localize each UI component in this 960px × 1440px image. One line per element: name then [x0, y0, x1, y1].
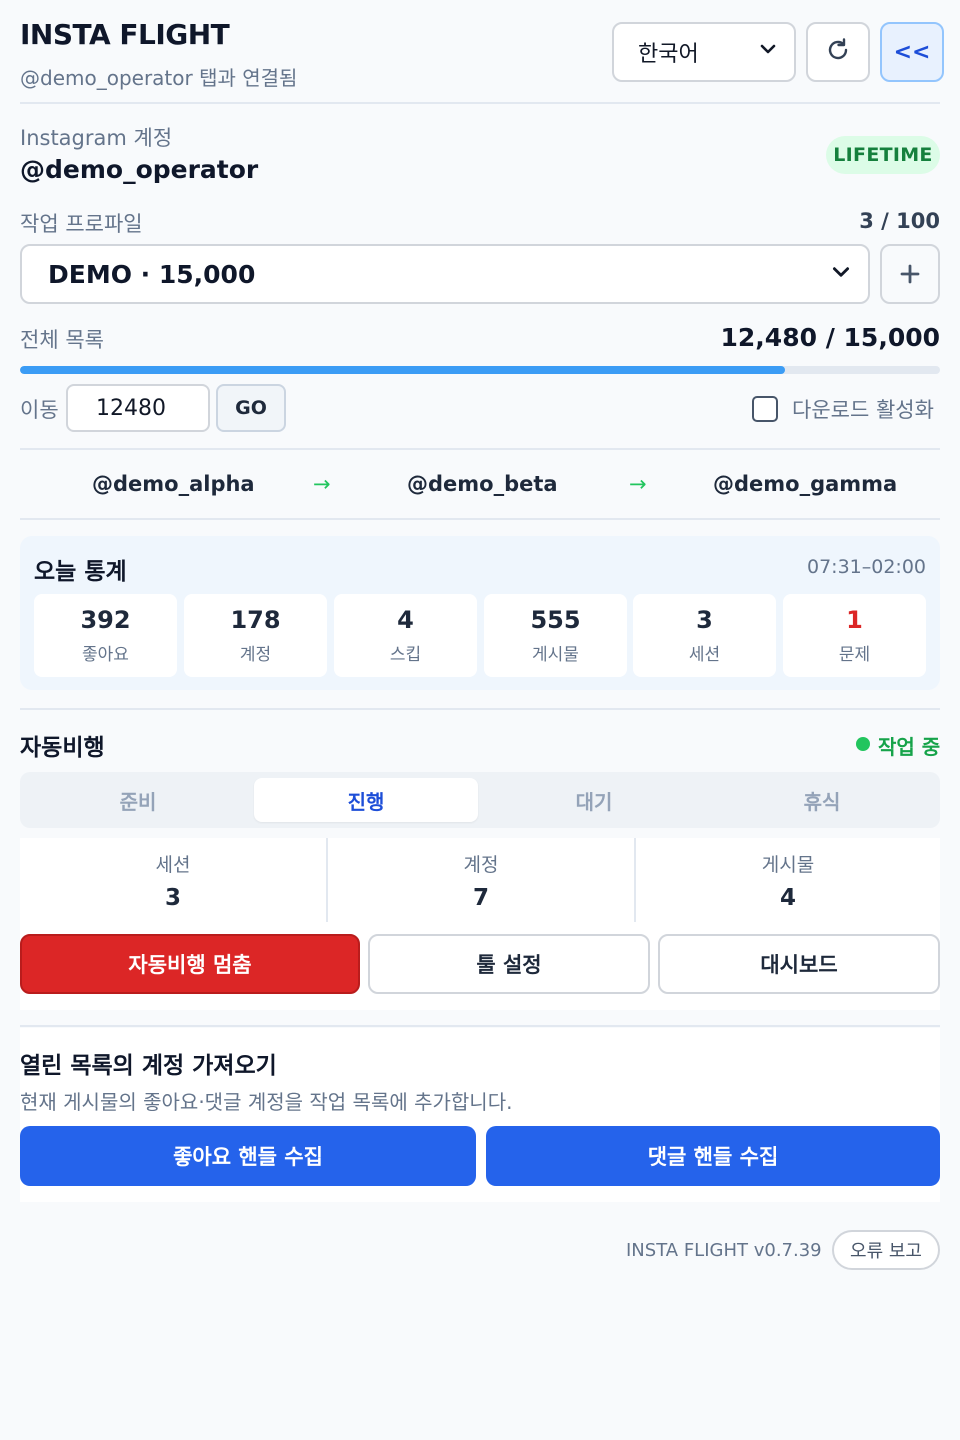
stat-label: 좋아요 — [82, 645, 129, 666]
collect-likes-button[interactable]: 좋아요 핸들 수집 — [20, 1126, 476, 1186]
divider — [20, 102, 940, 104]
list-count: 12,480 / 15,000 — [720, 323, 940, 352]
list-progress-fill — [20, 366, 786, 374]
stat-label: 세션 — [688, 645, 721, 666]
language-select[interactable]: 한국어 — [612, 22, 796, 82]
app-version: INSTA FLIGHT v0.7.39 — [626, 1240, 822, 1261]
metric-sessions: 세션 3 — [20, 838, 326, 922]
download-label[interactable]: 다운로드 활성화 — [792, 394, 934, 424]
stat-label: 문제 — [838, 645, 871, 666]
autopilot-title: 자동비행 — [20, 735, 105, 761]
move-label: 이동 — [20, 398, 59, 422]
account-username: @demo_operator — [20, 155, 259, 184]
stat-value: 4 — [397, 605, 414, 634]
tab-running[interactable]: 진행 — [254, 778, 478, 822]
stat-value: 1 — [846, 605, 863, 634]
stats-title: 오늘 통계 — [34, 559, 127, 585]
arrow-right-icon: → — [313, 472, 331, 496]
tab-ready[interactable]: 준비 — [26, 778, 250, 822]
stat-card-sessions: 3 세션 — [633, 594, 776, 677]
stat-label: 게시물 — [532, 645, 579, 666]
profile-select[interactable]: DEMO · 15,000 — [20, 244, 870, 304]
divider — [20, 708, 940, 710]
refresh-button[interactable] — [806, 22, 870, 82]
metric-accounts: 계정 7 — [328, 838, 634, 922]
divider — [20, 1025, 940, 1027]
tool-settings-button[interactable]: 툴 설정 — [368, 934, 650, 994]
metric-value: 4 — [779, 884, 796, 911]
license-badge: LIFETIME — [826, 136, 940, 174]
connection-subtitle: @demo_operator 탭과 연결됨 — [20, 66, 298, 90]
language-value: 한국어 — [638, 42, 699, 67]
stop-autopilot-button[interactable]: 자동비행 멈춤 — [20, 934, 360, 994]
stat-value: 555 — [530, 605, 581, 634]
dashboard-button[interactable]: 대시보드 — [658, 934, 940, 994]
app-title: INSTA FLIGHT — [20, 18, 230, 51]
profile-value: DEMO · 15,000 — [48, 259, 256, 289]
download-checkbox[interactable] — [752, 396, 778, 422]
stat-card-accounts: 178 계정 — [184, 594, 327, 677]
report-error-button[interactable]: 오류 보고 — [832, 1230, 940, 1270]
import-title: 열린 목록의 계정 가져오기 — [20, 1053, 277, 1079]
stat-label: 계정 — [239, 645, 272, 666]
list-progress-bar — [20, 366, 940, 374]
plus-icon — [900, 257, 920, 292]
metric-value: 3 — [164, 884, 181, 911]
add-profile-button[interactable] — [880, 244, 940, 304]
stat-value: 392 — [80, 605, 131, 634]
status-dot-icon — [856, 737, 870, 751]
metric-value: 7 — [472, 884, 489, 911]
move-index-input[interactable]: 12480 — [66, 384, 210, 432]
metric-label: 게시물 — [761, 853, 815, 876]
stat-card-skips: 4 스킵 — [334, 594, 477, 677]
metric-label: 세션 — [155, 853, 191, 876]
collect-comments-button[interactable]: 댓글 핸들 수집 — [486, 1126, 940, 1186]
profile-count: 3 / 100 — [859, 209, 940, 233]
stat-label: 스킵 — [389, 645, 422, 666]
metric-label: 계정 — [463, 853, 499, 876]
chain-account[interactable]: @demo_gamma — [713, 472, 897, 496]
stats-time-range: 07:31–02:00 — [806, 556, 926, 578]
account-label: Instagram 계정 — [20, 126, 173, 150]
metric-posts: 게시물 4 — [635, 838, 941, 922]
stat-card-likes: 392 좋아요 — [34, 594, 177, 677]
divider — [20, 518, 940, 520]
stat-card-issues: 1 문제 — [783, 594, 926, 677]
chevron-down-icon — [758, 39, 778, 65]
stat-value: 178 — [230, 605, 281, 634]
stat-value: 3 — [696, 605, 713, 634]
chain-account[interactable]: @demo_alpha — [92, 472, 255, 496]
profile-label: 작업 프로파일 — [20, 212, 143, 236]
divider — [20, 448, 940, 450]
refresh-icon — [824, 36, 852, 68]
tab-rest[interactable]: 휴식 — [710, 778, 934, 822]
tab-waiting[interactable]: 대기 — [482, 778, 706, 822]
arrow-right-icon: → — [629, 472, 647, 496]
stat-card-posts: 555 게시물 — [484, 594, 627, 677]
list-label: 전체 목록 — [20, 328, 104, 352]
autopilot-status: 작업 중 — [878, 735, 941, 759]
import-description: 현재 게시물의 좋아요·댓글 계정을 작업 목록에 추가합니다. — [20, 1090, 513, 1114]
chevron-down-icon — [830, 260, 852, 289]
go-button[interactable]: GO — [216, 384, 286, 432]
chain-account[interactable]: @demo_beta — [407, 472, 558, 496]
collapse-button[interactable]: << — [880, 22, 944, 82]
